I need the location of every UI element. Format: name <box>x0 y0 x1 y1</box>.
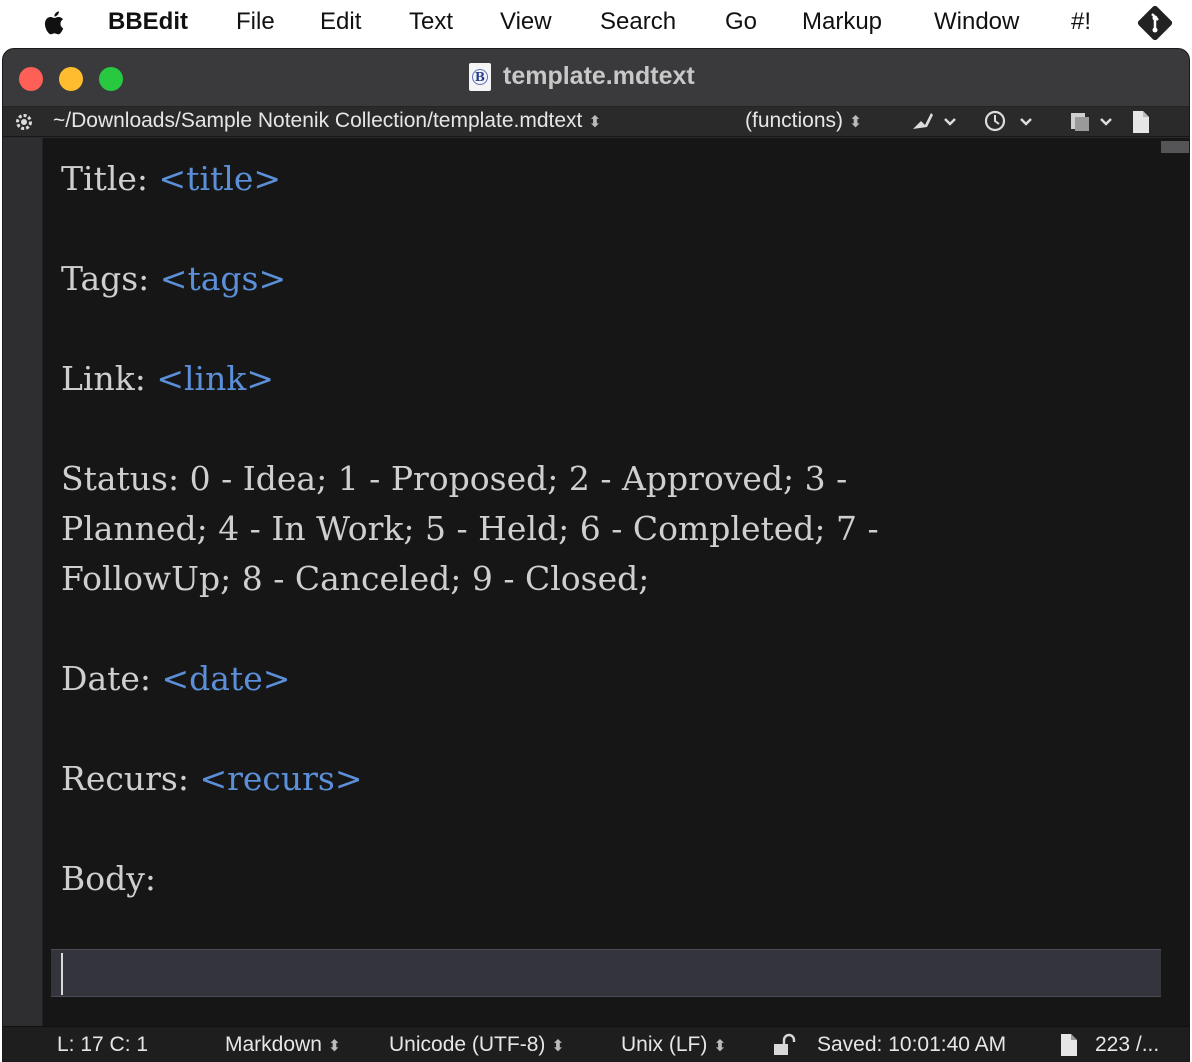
unlock-icon[interactable] <box>771 1033 797 1057</box>
field-label: Link: <box>61 359 157 398</box>
field-label: Date: <box>61 659 162 698</box>
language-updown-icon: ⬍ <box>327 1038 342 1055</box>
marker-menu[interactable] <box>909 107 959 141</box>
line-endings-label: Unix (LF) <box>621 1033 708 1056</box>
functions-updown-icon: ⬍ <box>848 114 863 131</box>
text-line: Title: <title> <box>61 154 879 204</box>
text-line <box>61 704 879 754</box>
documents-menu[interactable] <box>1065 107 1121 141</box>
current-line-highlight <box>51 949 1161 997</box>
file-path-label: ~/Downloads/Sample Notenik Collection/te… <box>53 109 583 132</box>
status-bar: L: 17 C: 1 Markdown ⬍ Unicode (UTF-8) ⬍ … <box>3 1026 1189 1061</box>
menu-search[interactable]: Search <box>600 8 676 36</box>
text-line: Body: <box>61 854 879 904</box>
document-icon-letter: B <box>472 68 488 85</box>
functions-popup[interactable]: (functions) ⬍ <box>745 109 862 133</box>
menu-view[interactable]: View <box>500 8 552 36</box>
window-title-group: B template.mdtext <box>469 62 695 91</box>
document-text[interactable]: Title: <title> Tags: <tags> Link: <link> St… <box>61 154 879 904</box>
text-line <box>61 304 879 354</box>
text-caret <box>61 953 63 995</box>
field-label: Status: 0 - Idea; 1 - Proposed; 2 - Appr… <box>61 459 848 498</box>
menu-window[interactable]: Window <box>934 8 1019 36</box>
chevron-down-icon <box>1100 118 1112 126</box>
field-placeholder: <recurs> <box>199 759 363 798</box>
cursor-position[interactable]: L: 17 C: 1 <box>57 1033 148 1057</box>
document-icon[interactable]: B <box>469 62 491 91</box>
text-line: FollowUp; 8 - Canceled; 9 - Closed; <box>61 554 879 604</box>
history-menu[interactable] <box>981 107 1037 141</box>
gear-icon[interactable] <box>13 111 35 133</box>
text-line: Date: <date> <box>61 654 879 704</box>
field-label: Recurs: <box>61 759 200 798</box>
text-line <box>61 604 879 654</box>
zoom-button[interactable] <box>99 67 123 91</box>
line-endings-popup[interactable]: Unix (LF) ⬍ <box>621 1033 727 1057</box>
field-label: Planned; 4 - In Work; 5 - Held; 6 - Comp… <box>61 509 879 548</box>
git-icon[interactable] <box>1136 4 1174 42</box>
menu-markup[interactable]: Markup <box>802 8 882 36</box>
page-icon[interactable] <box>1131 110 1151 134</box>
encoding-popup[interactable]: Unicode (UTF-8) ⬍ <box>389 1033 565 1057</box>
menu-edit[interactable]: Edit <box>320 8 361 36</box>
field-placeholder: <link> <box>156 359 274 398</box>
field-label: FollowUp; 8 - Canceled; 9 - Closed; <box>61 559 650 598</box>
field-label: Tags: <box>61 259 160 298</box>
line-gutter <box>3 138 43 1026</box>
apple-icon[interactable] <box>40 8 70 38</box>
menu-app-name[interactable]: BBEdit <box>108 8 188 36</box>
text-line <box>61 204 879 254</box>
document-stats[interactable]: 223 /... <box>1095 1033 1159 1057</box>
minimize-button[interactable] <box>59 67 83 91</box>
title-bar: B template.mdtext <box>3 49 1189 107</box>
menu-scripts[interactable]: #! <box>1071 8 1091 36</box>
functions-label: (functions) <box>745 109 844 132</box>
saved-status: Saved: 10:01:40 AM <box>817 1033 1007 1056</box>
field-placeholder: <title> <box>158 159 281 198</box>
field-label: Title: <box>61 159 159 198</box>
text-line: Recurs: <recurs> <box>61 754 879 804</box>
text-line <box>61 804 879 854</box>
editor-window: B template.mdtext ~/Downloads/Sample Not… <box>2 48 1190 1062</box>
menu-bar: BBEdit File Edit Text View Search Go Mar… <box>0 0 1192 46</box>
scrollbar-thumb[interactable] <box>1161 141 1189 153</box>
language-popup[interactable]: Markdown ⬍ <box>225 1033 341 1057</box>
pen-icon <box>913 113 933 129</box>
text-line: Tags: <tags> <box>61 254 879 304</box>
text-line: Status: 0 - Idea; 1 - Proposed; 2 - Appr… <box>61 454 879 504</box>
field-label: Body: <box>61 859 157 898</box>
text-line <box>61 404 879 454</box>
navigation-bar: ~/Downloads/Sample Notenik Collection/te… <box>3 107 1189 137</box>
field-placeholder: <tags> <box>159 259 287 298</box>
encoding-label: Unicode (UTF-8) <box>389 1033 546 1056</box>
menu-go[interactable]: Go <box>725 8 757 36</box>
close-button[interactable] <box>19 67 43 91</box>
file-path-popup[interactable]: ~/Downloads/Sample Notenik Collection/te… <box>53 109 602 133</box>
vertical-scrollbar[interactable] <box>1161 138 1189 1026</box>
encoding-updown-icon: ⬍ <box>551 1038 565 1055</box>
field-placeholder: <date> <box>161 659 291 698</box>
line-endings-updown-icon: ⬍ <box>713 1038 727 1055</box>
menu-file[interactable]: File <box>236 8 275 36</box>
language-label: Markdown <box>225 1033 322 1056</box>
chevron-down-icon <box>1020 118 1032 126</box>
window-title: template.mdtext <box>503 62 695 90</box>
path-updown-icon: ⬍ <box>588 114 602 131</box>
menu-text[interactable]: Text <box>409 8 453 36</box>
text-line: Link: <link> <box>61 354 879 404</box>
text-line: Planned; 4 - In Work; 5 - Held; 6 - Comp… <box>61 504 879 554</box>
doc-stats-icon <box>1061 1034 1077 1056</box>
chevron-down-icon <box>944 118 956 126</box>
